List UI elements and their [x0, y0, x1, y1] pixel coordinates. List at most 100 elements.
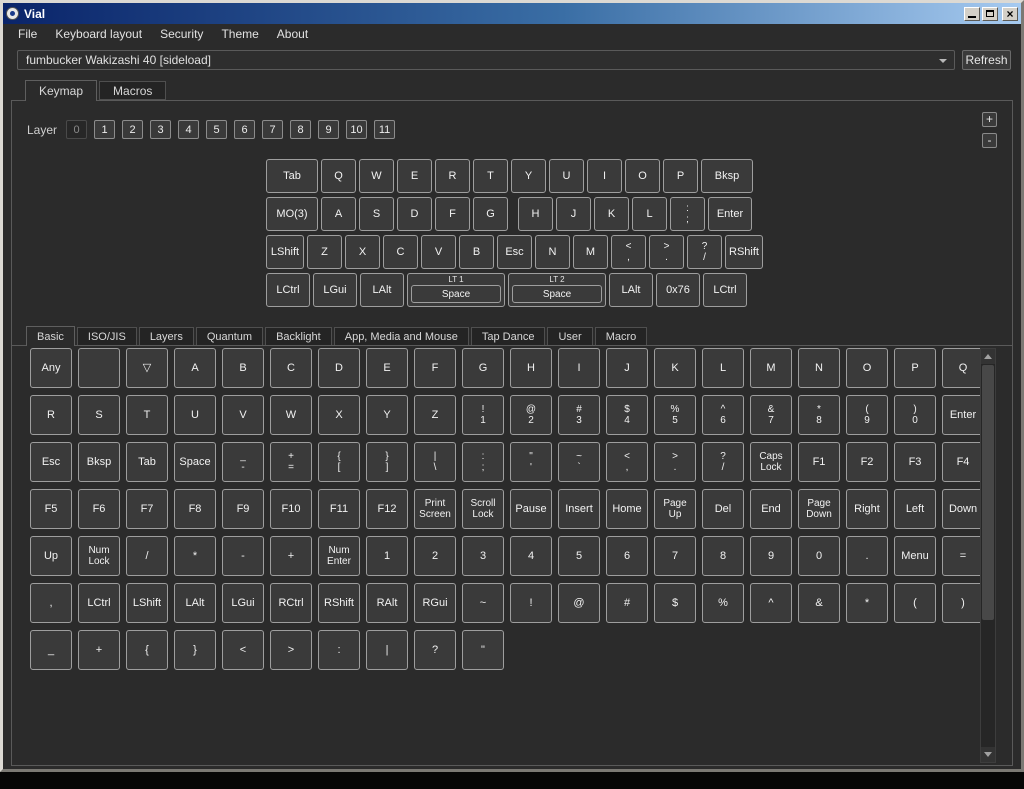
keycode-key-s[interactable]: S: [78, 395, 120, 435]
keycode-key-blank[interactable]: .: [846, 536, 888, 576]
keycode-key-l[interactable]: L: [702, 348, 744, 388]
keycode-key-ralt[interactable]: RAlt: [366, 583, 408, 623]
keycode-key-p[interactable]: P: [894, 348, 936, 388]
menu-item-theme[interactable]: Theme: [212, 25, 267, 43]
keycode-tab-basic[interactable]: Basic: [26, 326, 75, 346]
keymap-key-mo-3[interactable]: MO(3): [266, 197, 318, 231]
layer-button-5[interactable]: 5: [206, 120, 227, 139]
keymap-key-lt-1[interactable]: LT 1Space: [407, 273, 505, 307]
keycode-key-7[interactable]: & 7: [750, 395, 792, 435]
keymap-key-y[interactable]: Y: [511, 159, 546, 193]
keycode-key-f1[interactable]: F1: [798, 442, 840, 482]
scrollbar[interactable]: [980, 348, 996, 763]
tab-macros[interactable]: Macros: [99, 81, 166, 100]
keycode-key-y[interactable]: Y: [366, 395, 408, 435]
keymap-key-z[interactable]: Z: [307, 235, 342, 269]
keycode-key-blank[interactable]: /: [126, 536, 168, 576]
keycode-key-blank[interactable]: ▽: [126, 348, 168, 388]
scrollbar-thumb[interactable]: [982, 365, 994, 620]
keycode-key-blank[interactable]: _: [30, 630, 72, 670]
keycode-key-scroll-lock[interactable]: Scroll Lock: [462, 489, 504, 529]
keycode-key-blank[interactable]: { [: [318, 442, 360, 482]
keycode-key-home[interactable]: Home: [606, 489, 648, 529]
keycode-key-num-lock[interactable]: Num Lock: [78, 536, 120, 576]
keycode-key-8[interactable]: 8: [702, 536, 744, 576]
keymap-key-lalt[interactable]: LAlt: [360, 273, 404, 307]
menu-item-keyboard-layout[interactable]: Keyboard layout: [46, 25, 151, 43]
keycode-key-u[interactable]: U: [174, 395, 216, 435]
keymap-key-lgui[interactable]: LGui: [313, 273, 357, 307]
keycode-key-blank[interactable]: =: [942, 536, 984, 576]
keymap-key-c[interactable]: C: [383, 235, 418, 269]
keycode-tab-layers[interactable]: Layers: [139, 327, 194, 345]
keymap-key-u[interactable]: U: [549, 159, 584, 193]
keymap-key-lalt[interactable]: LAlt: [609, 273, 653, 307]
keycode-key-f3[interactable]: F3: [894, 442, 936, 482]
keycode-key-4[interactable]: 4: [510, 536, 552, 576]
keymap-key-bksp[interactable]: Bksp: [701, 159, 753, 193]
keymap-key-x[interactable]: X: [345, 235, 380, 269]
keycode-key-blank[interactable]: _ -: [222, 442, 264, 482]
keycode-key-blank[interactable]: < ,: [606, 442, 648, 482]
keycode-key-blank[interactable]: | \: [414, 442, 456, 482]
keycode-key-r[interactable]: R: [30, 395, 72, 435]
zoom-out-button[interactable]: -: [982, 133, 997, 148]
keycode-key-f11[interactable]: F11: [318, 489, 360, 529]
keycode-key-blank[interactable]: &: [798, 583, 840, 623]
keycode-key-blank[interactable]: ": [462, 630, 504, 670]
keycode-key-8[interactable]: * 8: [798, 395, 840, 435]
keymap-key-0x76[interactable]: 0x76: [656, 273, 700, 307]
keycode-key-v[interactable]: V: [222, 395, 264, 435]
keymap-key-a[interactable]: A: [321, 197, 356, 231]
keycode-key-page-down[interactable]: Page Down: [798, 489, 840, 529]
keymap-key-esc[interactable]: Esc: [497, 235, 532, 269]
keycode-key-any[interactable]: Any: [30, 348, 72, 388]
keycode-tab-tap-dance[interactable]: Tap Dance: [471, 327, 546, 345]
zoom-in-button[interactable]: +: [982, 112, 997, 127]
keycode-key-blank[interactable]: } ]: [366, 442, 408, 482]
keycode-key-6[interactable]: ^ 6: [702, 395, 744, 435]
keycode-key-blank[interactable]: ~ `: [558, 442, 600, 482]
keycode-key-f2[interactable]: F2: [846, 442, 888, 482]
keycode-key-blank[interactable]: ?: [414, 630, 456, 670]
keycode-key-blank[interactable]: +: [270, 536, 312, 576]
keycode-key-esc[interactable]: Esc: [30, 442, 72, 482]
keycode-key-blank[interactable]: !: [510, 583, 552, 623]
keycode-key-4[interactable]: $ 4: [606, 395, 648, 435]
keymap-key-g[interactable]: G: [473, 197, 508, 231]
keymap-key-e[interactable]: E: [397, 159, 432, 193]
layer-button-8[interactable]: 8: [290, 120, 311, 139]
keycode-key-num-enter[interactable]: Num Enter: [318, 536, 360, 576]
keymap-key-k[interactable]: K: [594, 197, 629, 231]
keycode-key-x[interactable]: X: [318, 395, 360, 435]
keycode-key-blank[interactable]: @: [558, 583, 600, 623]
keycode-key-blank[interactable]: %: [702, 583, 744, 623]
keymap-key-enter[interactable]: Enter: [708, 197, 752, 231]
keycode-key-f[interactable]: F: [414, 348, 456, 388]
keymap-key-r[interactable]: R: [435, 159, 470, 193]
keycode-key-f12[interactable]: F12: [366, 489, 408, 529]
keycode-key-i[interactable]: I: [558, 348, 600, 388]
menu-item-file[interactable]: File: [9, 25, 46, 43]
keycode-tab-user[interactable]: User: [547, 327, 592, 345]
layer-button-10[interactable]: 10: [346, 120, 367, 139]
scroll-down-button[interactable]: [981, 747, 995, 762]
keymap-key-t[interactable]: T: [473, 159, 508, 193]
keycode-key-blank[interactable]: ~: [462, 583, 504, 623]
keycode-key-blank[interactable]: +: [78, 630, 120, 670]
keymap-key-m[interactable]: M: [573, 235, 608, 269]
keymap-key-s[interactable]: S: [359, 197, 394, 231]
keycode-key-insert[interactable]: Insert: [558, 489, 600, 529]
keycode-key-q[interactable]: Q: [942, 348, 984, 388]
refresh-button[interactable]: Refresh: [962, 50, 1011, 70]
keycode-key-lshift[interactable]: LShift: [126, 583, 168, 623]
keycode-key-blank[interactable]: {: [126, 630, 168, 670]
menu-item-about[interactable]: About: [268, 25, 317, 43]
keycode-key-left[interactable]: Left: [894, 489, 936, 529]
keycode-key-blank[interactable]: ): [942, 583, 984, 623]
keycode-key-blank[interactable]: *: [174, 536, 216, 576]
keycode-key-9[interactable]: ( 9: [846, 395, 888, 435]
layer-button-1[interactable]: 1: [94, 120, 115, 139]
keycode-tab-backlight[interactable]: Backlight: [265, 327, 332, 345]
keymap-key-blank[interactable]: : ;: [670, 197, 705, 231]
